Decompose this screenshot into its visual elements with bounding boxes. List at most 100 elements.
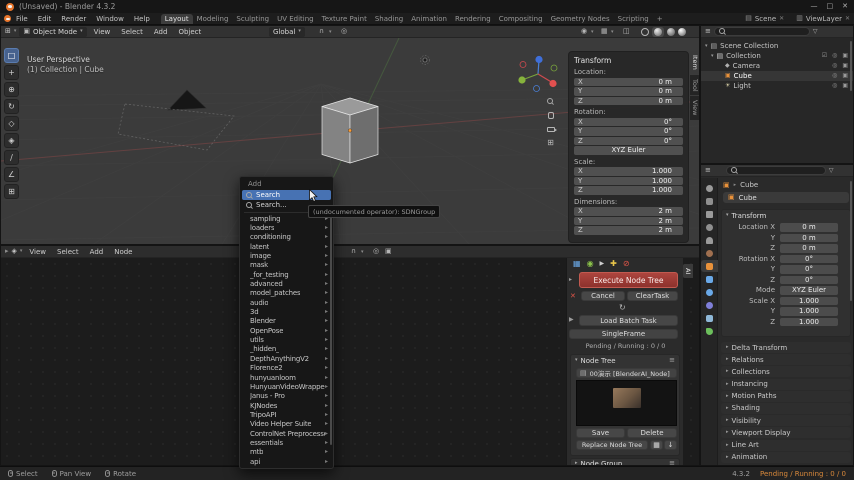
- add-menu-item[interactable]: 3d: [240, 307, 333, 316]
- outliner-row-collection[interactable]: Collection: [701, 51, 853, 61]
- sidebar-tab-view[interactable]: View: [690, 96, 699, 120]
- cancel-button[interactable]: Cancel: [581, 291, 625, 301]
- overlays-chevron-icon[interactable]: [611, 30, 614, 35]
- tab-particles[interactable]: [701, 286, 718, 298]
- tool-cursor[interactable]: [4, 65, 19, 80]
- workspace-tab-uvediting[interactable]: UV Editing: [273, 14, 318, 24]
- tool-scale[interactable]: [4, 116, 19, 131]
- gizmo-chevron-icon[interactable]: [591, 30, 594, 35]
- node-tree-thumbnail[interactable]: [576, 380, 677, 426]
- dimension-field[interactable]: Y2 m: [574, 216, 683, 225]
- menu-help[interactable]: Help: [129, 15, 155, 23]
- toolbar-toggle-icon[interactable]: [5, 248, 9, 255]
- property-value-field[interactable]: 0 m: [780, 244, 838, 253]
- proportional-editing-icon[interactable]: [341, 28, 347, 35]
- disable-render-icon[interactable]: [842, 73, 848, 79]
- object-name-field[interactable]: Cube: [723, 192, 849, 203]
- cancel-x-icon[interactable]: [570, 293, 576, 300]
- properties-section-header[interactable]: Delta Transform: [721, 342, 851, 353]
- add-menu-item[interactable]: Florence2: [240, 364, 333, 373]
- viewport-menu-add[interactable]: Add: [150, 28, 172, 36]
- add-menu-item[interactable]: image: [240, 251, 333, 260]
- filter-funnel-icon[interactable]: [829, 168, 834, 174]
- workspace-tab-animation[interactable]: Animation: [407, 14, 451, 24]
- sidebar-tab-tool[interactable]: Tool: [690, 74, 699, 96]
- tool-rotate[interactable]: [4, 99, 19, 114]
- tool-transform[interactable]: [4, 133, 19, 148]
- property-value-field[interactable]: 0°: [780, 275, 838, 284]
- add-menu-item[interactable]: model_patches: [240, 289, 333, 298]
- ai-render-icon[interactable]: [587, 260, 594, 268]
- tab-constraints[interactable]: [701, 312, 718, 324]
- hide-viewport-icon[interactable]: [832, 83, 837, 89]
- workspace-tab-modeling[interactable]: Modeling: [193, 14, 233, 24]
- disable-render-icon[interactable]: [842, 83, 848, 89]
- collection-checkbox-icon[interactable]: [822, 53, 827, 59]
- filter-funnel-icon[interactable]: [813, 29, 818, 35]
- add-menu-item[interactable]: KJNodes: [240, 401, 333, 410]
- properties-section-header[interactable]: Viewport Display: [721, 427, 851, 439]
- image-pack-button[interactable]: [650, 440, 663, 450]
- delete-button[interactable]: Delete: [627, 428, 677, 438]
- shading-solid-active[interactable]: [652, 26, 664, 37]
- shading-wireframe-icon[interactable]: [641, 27, 649, 36]
- viewport-menu-select[interactable]: Select: [117, 28, 147, 36]
- add-menu-item[interactable]: TripoAPI: [240, 410, 333, 419]
- hide-viewport-icon[interactable]: [832, 63, 837, 69]
- mode-selector[interactable]: Object Mode: [19, 26, 87, 37]
- workspace-tab-geometrynodes[interactable]: Geometry Nodes: [547, 14, 614, 24]
- ai-image-icon[interactable]: [573, 260, 581, 268]
- tab-object[interactable]: [701, 260, 718, 272]
- clear-task-button[interactable]: ClearTask: [627, 291, 678, 301]
- node-menu-view[interactable]: View: [25, 248, 50, 256]
- add-menu-item[interactable]: Blender: [240, 317, 333, 326]
- add-menu-item[interactable]: ControlNet Preprocessors: [240, 429, 333, 438]
- menu-window[interactable]: Window: [91, 15, 129, 23]
- scale-field[interactable]: Y 1.000: [574, 176, 683, 185]
- tool-measure[interactable]: [4, 167, 19, 182]
- workspace-tab-texturepaint[interactable]: Texture Paint: [318, 14, 371, 24]
- ai-panel-tab[interactable]: AI: [683, 264, 693, 279]
- tab-scene[interactable]: [701, 234, 718, 246]
- node-tree-panel-title[interactable]: Node Tree: [581, 357, 616, 365]
- node-snap-magnet-icon[interactable]: [351, 248, 356, 255]
- properties-section-header[interactable]: Visibility: [721, 415, 851, 427]
- frame-mode-dropdown[interactable]: SingleFrame: [569, 329, 678, 339]
- viewport-menu-object[interactable]: Object: [174, 28, 205, 36]
- ai-play-icon[interactable]: [600, 261, 605, 267]
- workspace-tab-rendering[interactable]: Rendering: [451, 14, 495, 24]
- add-menu-item[interactable]: DepthAnythingV2: [240, 354, 333, 363]
- tab-output[interactable]: [701, 208, 718, 220]
- tab-render[interactable]: [701, 195, 718, 207]
- node-editor-type-icon[interactable]: [12, 248, 17, 255]
- overlays-toggle-icon[interactable]: [601, 28, 608, 35]
- tab-tool[interactable]: [701, 182, 718, 194]
- node-snap-chevron-icon[interactable]: [361, 250, 364, 255]
- disable-render-icon[interactable]: [842, 63, 848, 69]
- tool-add-cube[interactable]: [4, 184, 19, 199]
- import-button[interactable]: [664, 440, 677, 450]
- sidebar-panel-title[interactable]: Transform: [574, 56, 683, 65]
- outliner-row-cube[interactable]: Cube: [701, 71, 853, 81]
- location-field[interactable]: Y0 m: [574, 87, 683, 96]
- minimize-button[interactable]: [811, 3, 818, 10]
- node-tree-selector[interactable]: 00演示 [BlenderAI_Node]: [576, 368, 677, 378]
- tab-modifiers[interactable]: [701, 273, 718, 285]
- property-value-field[interactable]: 0°: [780, 254, 838, 263]
- breadcrumb-object[interactable]: Cube: [740, 181, 758, 189]
- hide-viewport-icon[interactable]: [832, 73, 837, 79]
- add-menu-item[interactable]: Video Helper Suite: [240, 420, 333, 429]
- expand-icon[interactable]: [711, 54, 714, 59]
- replace-node-tree-button[interactable]: Replace Node Tree: [576, 440, 648, 450]
- dimension-field[interactable]: X2 m: [574, 207, 683, 216]
- workspace-tab-layout[interactable]: Layout: [160, 13, 193, 24]
- menu-render[interactable]: Render: [56, 15, 91, 23]
- refresh-icon[interactable]: [619, 304, 626, 312]
- save-button[interactable]: Save: [576, 428, 625, 438]
- add-menu-item[interactable]: mask: [240, 261, 333, 270]
- add-menu-item[interactable]: Janus - Pro: [240, 392, 333, 401]
- add-menu-item[interactable]: audio: [240, 298, 333, 307]
- viewlayer-selector[interactable]: ViewLayer: [806, 15, 842, 23]
- tab-world[interactable]: [701, 247, 718, 259]
- expand-icon[interactable]: [705, 44, 708, 49]
